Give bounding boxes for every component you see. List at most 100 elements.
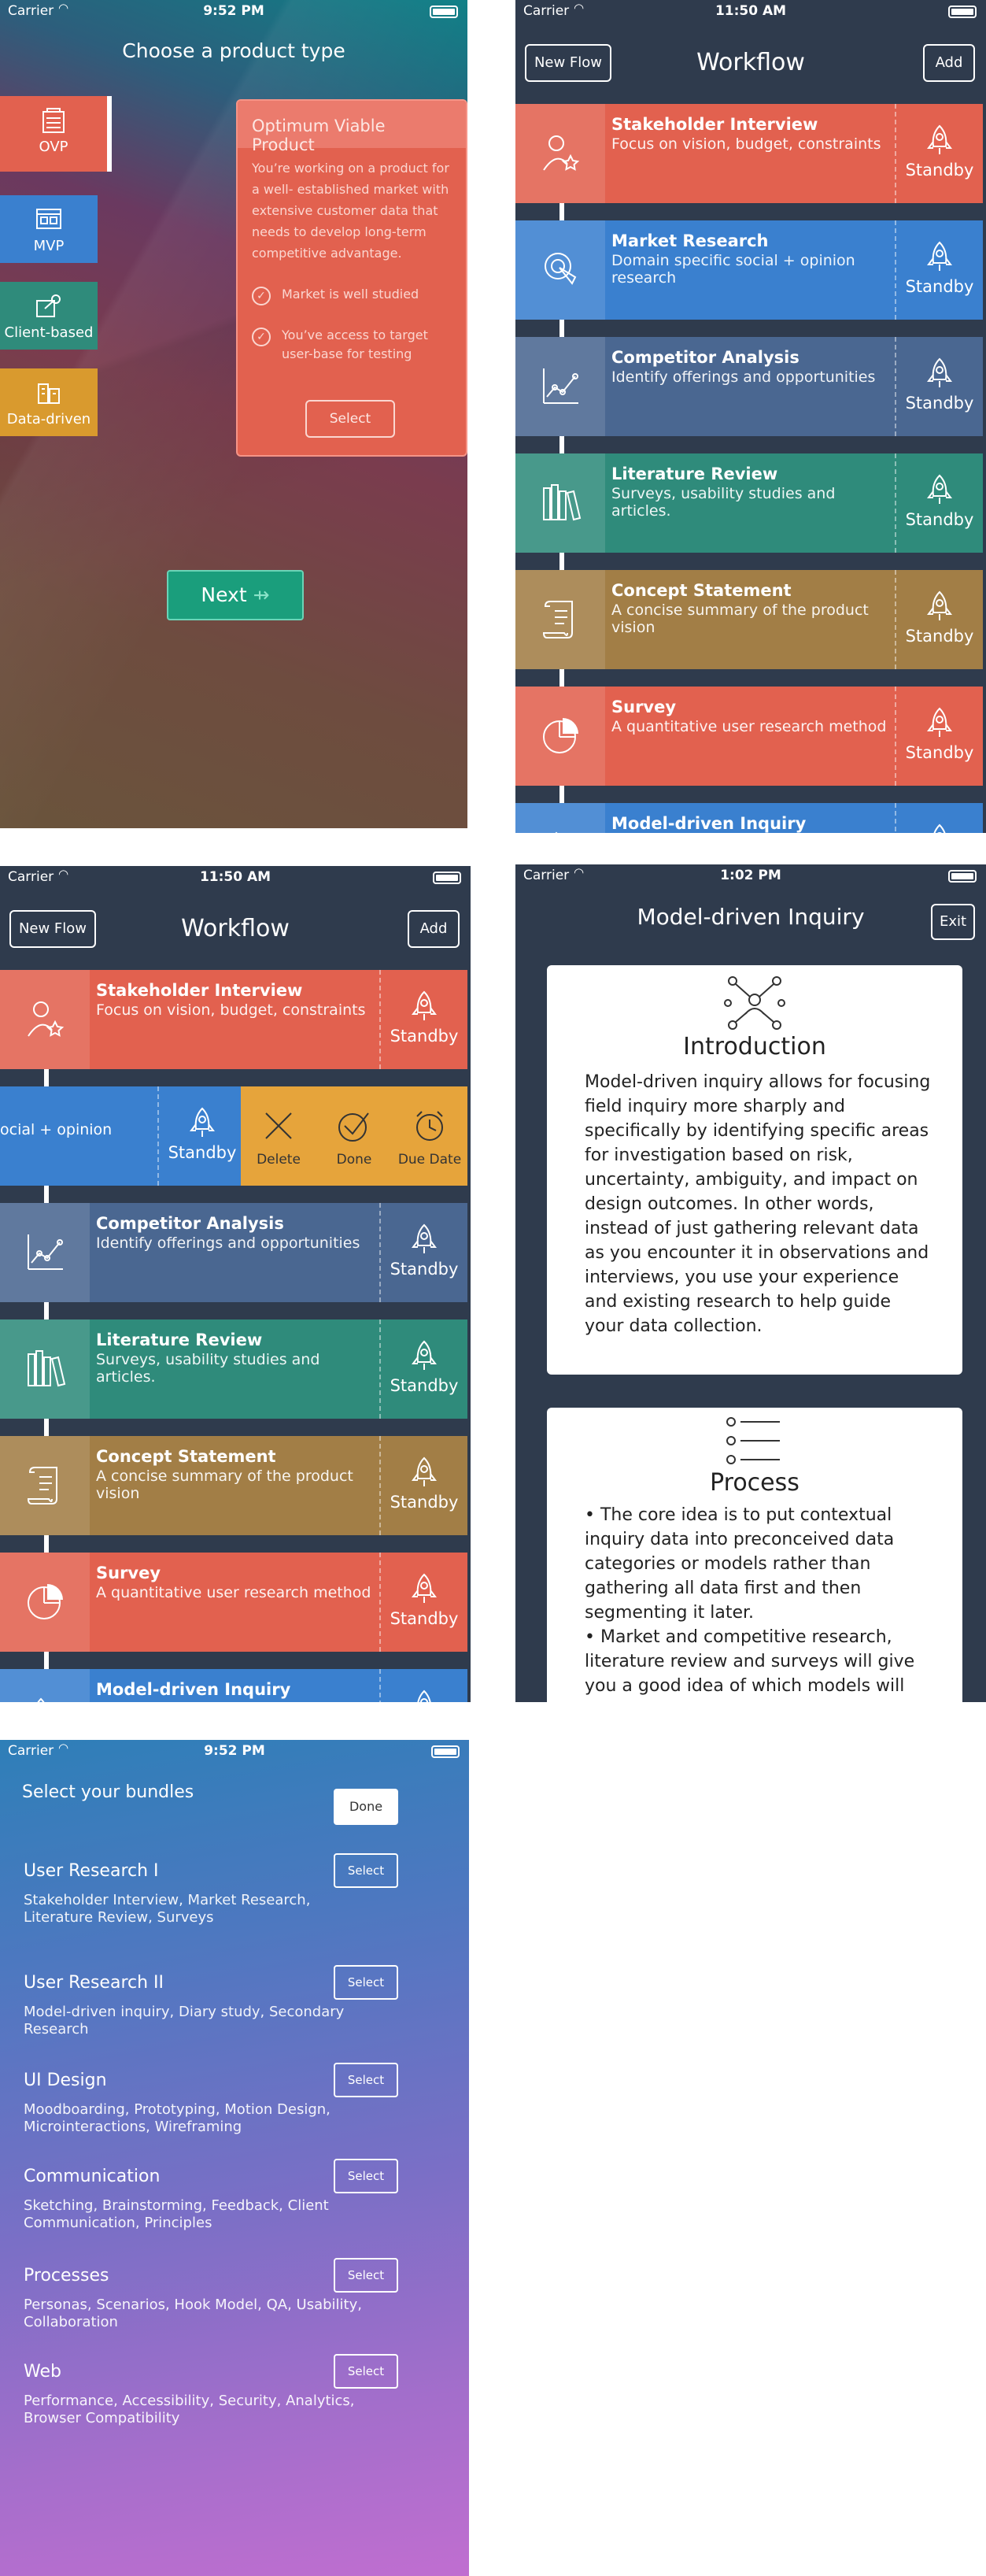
chart-icon [515, 337, 605, 436]
workflow-item-swiped[interactable]: ocial + opinion Standby Delete Done Due Da… [0, 1086, 467, 1186]
workflow-item-subtitle: Surveys, usability studies and articles. [96, 1351, 320, 1386]
battery-icon [430, 6, 458, 18]
scroll-icon [515, 570, 605, 669]
workflow-item-subtitle: Focus on vision, budget, constraints [96, 1001, 366, 1019]
standby-button[interactable]: Standby [379, 1203, 467, 1302]
check-icon [316, 1108, 392, 1147]
standby-button[interactable]: Standby [895, 220, 983, 320]
workflow-item-title: Competitor Analysis [96, 1214, 284, 1233]
tile-client-based[interactable]: Client-based [0, 282, 98, 350]
stakeholder-icon [0, 970, 90, 1069]
select-button[interactable]: Select [305, 400, 395, 438]
add-button[interactable]: Add [408, 910, 460, 948]
rocket-icon [412, 1573, 437, 1603]
rocket-icon [190, 1107, 215, 1137]
workflow-item-body: Market Research Domain specific social +… [605, 220, 895, 320]
next-button[interactable]: Next ⇸ [167, 570, 304, 620]
workflow-item-subtitle: Surveys, usability studies and articles. [611, 485, 836, 520]
workflow-item-body: Survey A quantitative user research meth… [605, 687, 895, 786]
status-time: 9:52 PM [203, 3, 264, 19]
standby-button[interactable]: Standby [895, 687, 983, 786]
workflow-item[interactable]: Literature Review Surveys, usability stu… [515, 453, 983, 553]
workflow-item[interactable]: Competitor Analysis Identify offerings a… [515, 337, 983, 436]
workflow-item[interactable]: Concept Statement A concise summary of t… [515, 570, 983, 669]
scroll-icon [0, 1436, 90, 1535]
standby-button[interactable]: Standby [379, 1436, 467, 1535]
done-button[interactable]: Done [334, 1789, 398, 1825]
product-type-screen: Carrier ◠ 9:52 PM Choose a product type … [0, 0, 467, 828]
done-action[interactable]: Done [316, 1086, 392, 1186]
workflow-item[interactable]: Survey A quantitative user research meth… [515, 687, 983, 786]
inquiry-screen: Carrier ◠ 1:02 PM Model-driven Inquiry E… [515, 864, 986, 1702]
workflow-item[interactable]: Model-driven Inquiry Standby [0, 1669, 467, 1702]
status-bar: Carrier ◠ 9:52 PM [0, 0, 467, 22]
standby-button[interactable]: Standby [379, 1669, 467, 1702]
bundle-contents: Model-driven inquiry, Diary study, Secon… [24, 2004, 345, 2037]
tile-mvp[interactable]: MVP [0, 195, 98, 263]
page-title: Model-driven Inquiry [637, 904, 865, 930]
check-text: You’ve access to target user-base for te… [282, 328, 428, 361]
introduction-card: Introduction Model-driven inquiry allows… [547, 965, 962, 1375]
due-date-action[interactable]: Due Date [392, 1086, 467, 1186]
workflow-screen: Carrier ◠ 11:50 AM New Flow Workflow Add… [515, 0, 986, 833]
standby-button[interactable]: Standby [895, 803, 983, 833]
browser-icon [36, 209, 61, 229]
page-title: Workflow [696, 49, 805, 76]
bundle-select-button[interactable]: Select [334, 2354, 398, 2389]
bundle-select-button[interactable]: Select [334, 2258, 398, 2293]
rocket-icon [412, 1340, 437, 1370]
workflow-item[interactable]: Model-driven Inquiry Standby [515, 803, 983, 833]
workflow-item-title: Model-driven Inquiry [96, 1680, 291, 1699]
standby-button[interactable]: Standby [895, 104, 983, 203]
tile-ovp[interactable]: OVP [0, 96, 112, 172]
standby-label: Standby [905, 510, 974, 529]
chart-icon [0, 1203, 90, 1302]
add-button[interactable]: Add [923, 44, 975, 82]
workflow-item[interactable]: Stakeholder Interview Focus on vision, b… [515, 104, 983, 203]
bundle-contents: Sketching, Brainstorming, Feedback, Clie… [24, 2197, 329, 2231]
workflow-item[interactable]: Literature Review Surveys, usability stu… [0, 1319, 467, 1419]
pie-icon [515, 687, 605, 786]
rocket-icon [927, 590, 952, 620]
workflow-item[interactable]: Stakeholder Interview Focus on vision, b… [0, 970, 467, 1069]
rocket-icon [927, 707, 952, 737]
building-icon [42, 108, 65, 133]
delete-action[interactable]: Delete [241, 1086, 316, 1186]
rocket-icon [927, 357, 952, 387]
workflow-item[interactable]: Competitor Analysis Identify offerings a… [0, 1203, 467, 1302]
standby-label: Standby [390, 1376, 459, 1395]
tile-data-driven[interactable]: Data-driven [0, 368, 98, 436]
workflow-item[interactable]: Market Research Domain specific social +… [515, 220, 983, 320]
rocket-icon [417, 1690, 431, 1702]
standby-button[interactable]: Standby [895, 570, 983, 669]
workflow-item-title: Market Research [611, 231, 769, 250]
standby-button[interactable]: Standby [895, 337, 983, 436]
workflow-item-title: Concept Statement [96, 1447, 276, 1466]
check-text: Market is well studied [282, 287, 419, 302]
bundle-select-button[interactable]: Select [334, 2063, 398, 2097]
workflow-item-body: Stakeholder Interview Focus on vision, b… [90, 970, 379, 1069]
network-icon [724, 976, 785, 1030]
bundle-contents: Stakeholder Interview, Market Research, … [24, 1892, 311, 1926]
bundle-select-button[interactable]: Select [334, 1853, 398, 1888]
standby-label: Standby [390, 1609, 459, 1628]
clock-icon [392, 1108, 467, 1147]
bundle-contents: Performance, Accessibility, Security, An… [24, 2393, 355, 2426]
exit-button[interactable]: Exit [931, 904, 975, 940]
bundle-item: User Research I Stakeholder Interview, M… [24, 1853, 449, 1926]
bundle-item: User Research II Model-driven inquiry, D… [24, 1965, 449, 2038]
workflow-item-subtitle: A concise summary of the product vision [96, 1468, 353, 1502]
workflow-item[interactable]: Concept Statement A concise summary of t… [0, 1436, 467, 1535]
process-card: Process • The core idea is to put contex… [547, 1408, 962, 1702]
workflow-swipe-screen: Carrier ◠ 11:50 AM New Flow Workflow Add… [0, 866, 471, 1702]
standby-button[interactable]: Standby [379, 1553, 467, 1652]
tile-label: OVP [39, 139, 68, 155]
workflow-item-body: Literature Review Surveys, usability stu… [605, 453, 895, 553]
standby-button[interactable]: Standby [895, 453, 983, 553]
workflow-item[interactable]: Survey A quantitative user research meth… [0, 1553, 467, 1652]
bundle-select-button[interactable]: Select [334, 1965, 398, 2000]
standby-button[interactable]: Standby [379, 1319, 467, 1419]
standby-button[interactable]: Standby [379, 970, 467, 1069]
bundle-select-button[interactable]: Select [334, 2159, 398, 2193]
standby-button[interactable]: Standby [157, 1086, 246, 1186]
